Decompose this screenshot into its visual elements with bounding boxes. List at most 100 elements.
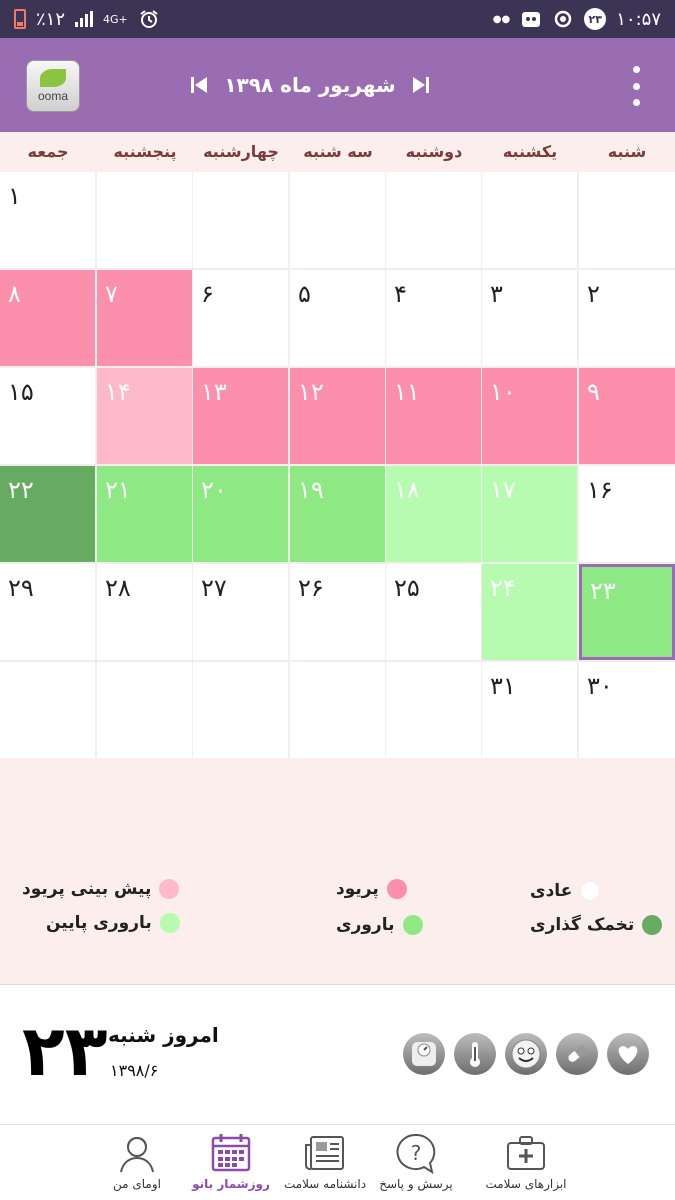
mood-button[interactable]	[505, 1033, 547, 1075]
battery-percent: ٪۱۲	[36, 8, 66, 30]
logo-text: ooma	[37, 89, 69, 103]
day-number: ۳	[490, 280, 503, 308]
today-weekday-label: امروز شنبه	[108, 1023, 219, 1047]
legend-low-fertile: باروری پایین	[46, 908, 180, 938]
calendar-day[interactable]: ۲۶	[290, 564, 385, 660]
day-number: ۱	[8, 182, 21, 210]
calendar-day[interactable]: ۶	[193, 270, 288, 366]
calendar-icon	[208, 1131, 254, 1175]
calendar-empty-cell	[386, 172, 481, 268]
cat-face-icon	[520, 8, 542, 30]
day-number: ۶	[201, 280, 214, 308]
calendar-empty-cell	[482, 172, 577, 268]
weekday-monday: دوشنبه	[405, 142, 463, 161]
more-notifications-icon: ●●	[492, 13, 511, 25]
calendar-day[interactable]: ۲۱	[97, 466, 192, 562]
calendar-day[interactable]: ۲۰	[193, 466, 288, 562]
calendar-day[interactable]: ۷	[97, 270, 192, 366]
day-number: ۳۱	[490, 672, 516, 700]
month-title: شهریور ماه ۱۳۹۸	[224, 73, 396, 97]
calendar-day[interactable]: ۱۰	[482, 368, 577, 464]
weight-scale-button[interactable]	[403, 1033, 445, 1075]
legend-period-label: پریود	[336, 879, 379, 899]
month-navigator: شهریور ماه ۱۳۹۸	[191, 66, 429, 104]
calendar-day[interactable]: ۱۲	[290, 368, 385, 464]
nav-health-encyclopedia[interactable]: دانشنامه سلامت	[270, 1125, 380, 1200]
leaf-icon	[40, 69, 66, 87]
calendar-day[interactable]: ۲۴	[482, 564, 577, 660]
notification-badge: ۲۳	[584, 8, 607, 30]
calendar-day[interactable]: ۲	[579, 270, 675, 366]
nav-my-ooma[interactable]: اومای من	[82, 1125, 192, 1200]
calendar-day[interactable]: ۱۴	[97, 368, 192, 464]
nav-lady-calendar[interactable]: روزشمار بانو	[176, 1125, 286, 1200]
calendar-day[interactable]: ۱۷	[482, 466, 577, 562]
day-number: ۲۱	[105, 476, 131, 504]
calendar-day[interactable]: ۸	[0, 270, 95, 366]
calendar-day[interactable]: ۲۵	[386, 564, 481, 660]
day-number: ۲۸	[105, 574, 131, 602]
calendar-day[interactable]: ۲۲	[0, 466, 95, 562]
legend-fertile-label: باروری	[336, 915, 395, 935]
calendar-day[interactable]: ۳	[482, 270, 577, 366]
calendar-day[interactable]: ۱۶	[579, 466, 675, 562]
calendar-day[interactable]: ۳۱	[482, 662, 577, 758]
today-panel: ۲۳ امروز شنبه ۱۳۹۸/۶	[0, 984, 675, 1124]
nav-questions-label: پرسش و پاسخ	[379, 1177, 453, 1191]
day-number: ۸	[8, 280, 21, 308]
weekday-friday: جمعه	[27, 142, 69, 161]
day-number: ۲۲	[8, 476, 34, 504]
calendar-empty-cell	[290, 172, 385, 268]
today-day-number: ۲۳	[22, 1010, 108, 1092]
day-number: ۱۹	[298, 476, 324, 504]
calendar-day[interactable]: ۹	[579, 368, 675, 464]
heart-icon	[618, 1046, 638, 1064]
calendar-day[interactable]: ۱۱	[386, 368, 481, 464]
weekday-tuesday: سه شنبه	[303, 142, 373, 161]
heart-button[interactable]	[607, 1033, 649, 1075]
legend-fertile: باروری	[336, 910, 423, 940]
calendar-day[interactable]: ۲۹	[0, 564, 95, 660]
weekday-wednesday: چهارشنبه	[203, 142, 279, 161]
day-number: ۳۰	[587, 672, 613, 700]
calendar-day[interactable]: ۱	[0, 172, 95, 268]
calendar-day[interactable]: ۱۳	[193, 368, 288, 464]
calendar-empty-cell	[97, 662, 192, 758]
calendar-day[interactable]: ۲۷	[193, 564, 288, 660]
nav-lady-calendar-label: روزشمار بانو	[192, 1177, 270, 1191]
status-bar-right: ●● ۲۳ ۱۰:۵۷	[493, 8, 661, 30]
calendar-day[interactable]: ۴	[386, 270, 481, 366]
day-number: ۱۳	[201, 378, 227, 406]
mood-face-icon	[511, 1039, 541, 1069]
pill-icon	[568, 1044, 588, 1062]
calendar-day[interactable]: ۳۰	[579, 662, 675, 758]
calendar-day[interactable]: ۱۵	[0, 368, 95, 464]
overflow-menu-button[interactable]	[624, 66, 648, 106]
day-number: ۲۴	[490, 574, 516, 602]
profile-icon	[114, 1131, 160, 1175]
next-month-button[interactable]	[412, 74, 430, 96]
calendar-day[interactable]: ۱۹	[290, 466, 385, 562]
legend-predicted-period-dot	[159, 879, 180, 899]
sync-icon	[552, 8, 574, 30]
weekday-sunday: یکشنبه	[502, 142, 558, 161]
status-bar-left: ٪۱۲ 4G+	[14, 8, 160, 30]
battery-icon	[14, 9, 26, 29]
thermometer-button[interactable]	[454, 1033, 496, 1075]
calendar-day[interactable]: ۵	[290, 270, 385, 366]
calendar-day-today[interactable]: ۲۳	[579, 564, 675, 660]
newspaper-icon	[302, 1131, 348, 1175]
alarm-icon	[138, 8, 160, 30]
medical-kit-icon	[503, 1131, 549, 1175]
nav-health-tools[interactable]: ابزارهای سلامت	[471, 1125, 581, 1200]
legend-predicted-period: پیش بینی پریود	[22, 874, 180, 904]
pill-button[interactable]	[556, 1033, 598, 1075]
app-logo[interactable]: ooma	[26, 60, 80, 112]
legend-normal-dot	[580, 881, 601, 901]
day-number: ۱۲	[298, 378, 324, 406]
day-number: ۲۹	[8, 574, 34, 602]
calendar-day[interactable]: ۱۸	[386, 466, 481, 562]
previous-month-button[interactable]	[190, 74, 208, 96]
calendar-day[interactable]: ۲۸	[97, 564, 192, 660]
nav-my-ooma-label: اومای من	[113, 1177, 161, 1191]
